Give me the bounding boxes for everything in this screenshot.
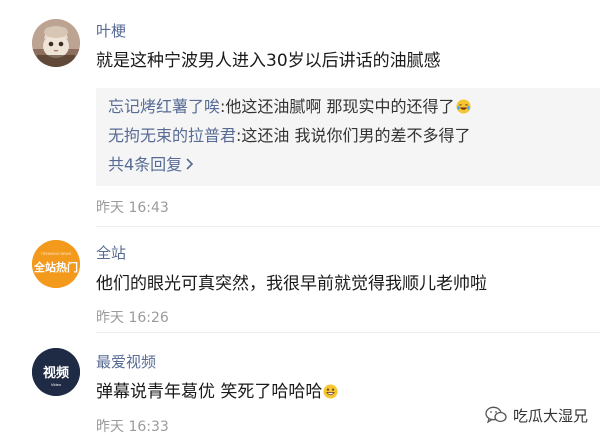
comment-text: 就是这种宁波男人进入30岁以后讲话的油腻感 — [96, 51, 441, 71]
logo-subtext: Video — [51, 382, 62, 387]
quanzhan-hot-logo-icon: TRENDING NEWS 全站热门 — [32, 240, 80, 288]
chevron-right-icon — [186, 158, 194, 170]
video-logo-icon: 视频 Video — [32, 348, 80, 396]
logo-small-text: TRENDING NEWS — [41, 252, 72, 256]
comment-section: 叶梗 就是这种宁波男人进入30岁以后讲话的油腻感 忘记烤红薯了唉:他这还油腻啊 … — [0, 0, 600, 441]
comment-content: 弹幕说青年葛优 笑死了哈哈哈 — [96, 380, 338, 404]
logo-text: 全站热门 — [33, 260, 78, 274]
logo-text: 视频 — [43, 365, 69, 381]
reply-username[interactable]: 无拘无束的拉普君 — [108, 126, 236, 145]
comment-text: 他们的眼光可真突然，我很早前就觉得我顺儿老帅啦 — [96, 274, 487, 294]
watermark: 吃瓜大湿兄 — [485, 404, 588, 426]
reply-text: 他这还油腻啊 那现实中的还得了 — [225, 97, 455, 116]
video-logo-avatar[interactable]: 视频 Video — [32, 348, 80, 396]
comment-item: 叶梗 就是这种宁波男人进入30岁以后讲话的油腻感 忘记烤红薯了唉:他这还油腻啊 … — [0, 0, 600, 226]
reply-item: 无拘无束的拉普君:这还油 我说你们男的差不多得了 — [108, 125, 471, 147]
grinning-face-emoji-icon — [323, 384, 338, 399]
reply-text: 这还油 我说你们男的差不多得了 — [241, 126, 471, 145]
quanzhan-hot-logo-avatar[interactable]: TRENDING NEWS 全站热门 — [32, 240, 80, 288]
watermark-text: 吃瓜大湿兄 — [512, 406, 588, 425]
comment-item: TRENDING NEWS 全站热门 全站 他们的眼光可真突然，我很早前就觉得我… — [0, 227, 600, 332]
comment-username[interactable]: 最爱视频 — [96, 352, 156, 372]
laughing-tears-emoji-icon — [455, 99, 471, 114]
comment-text: 弹幕说青年葛优 笑死了哈哈哈 — [96, 382, 323, 402]
reply-preview-box[interactable]: 忘记烤红薯了唉:他这还油腻啊 那现实中的还得了 无拘无束的拉普君:这还油 我说你… — [96, 88, 600, 186]
comment-username[interactable]: 叶梗 — [96, 21, 126, 41]
view-all-replies-link[interactable]: 共4条回复 — [108, 154, 194, 176]
more-replies-label: 共4条回复 — [108, 155, 183, 174]
comment-time: 昨天 16:33 — [96, 419, 169, 435]
comment-username[interactable]: 全站 — [96, 243, 126, 263]
cat-photo-avatar[interactable] — [32, 19, 80, 67]
reply-item: 忘记烤红薯了唉:他这还油腻啊 那现实中的还得了 — [108, 96, 471, 118]
reply-username[interactable]: 忘记烤红薯了唉 — [108, 97, 220, 116]
wechat-logo-icon — [485, 406, 507, 424]
cat-photo-icon — [32, 19, 80, 67]
comment-time: 昨天 16:26 — [96, 310, 169, 326]
comment-time: 昨天 16:43 — [96, 200, 169, 216]
